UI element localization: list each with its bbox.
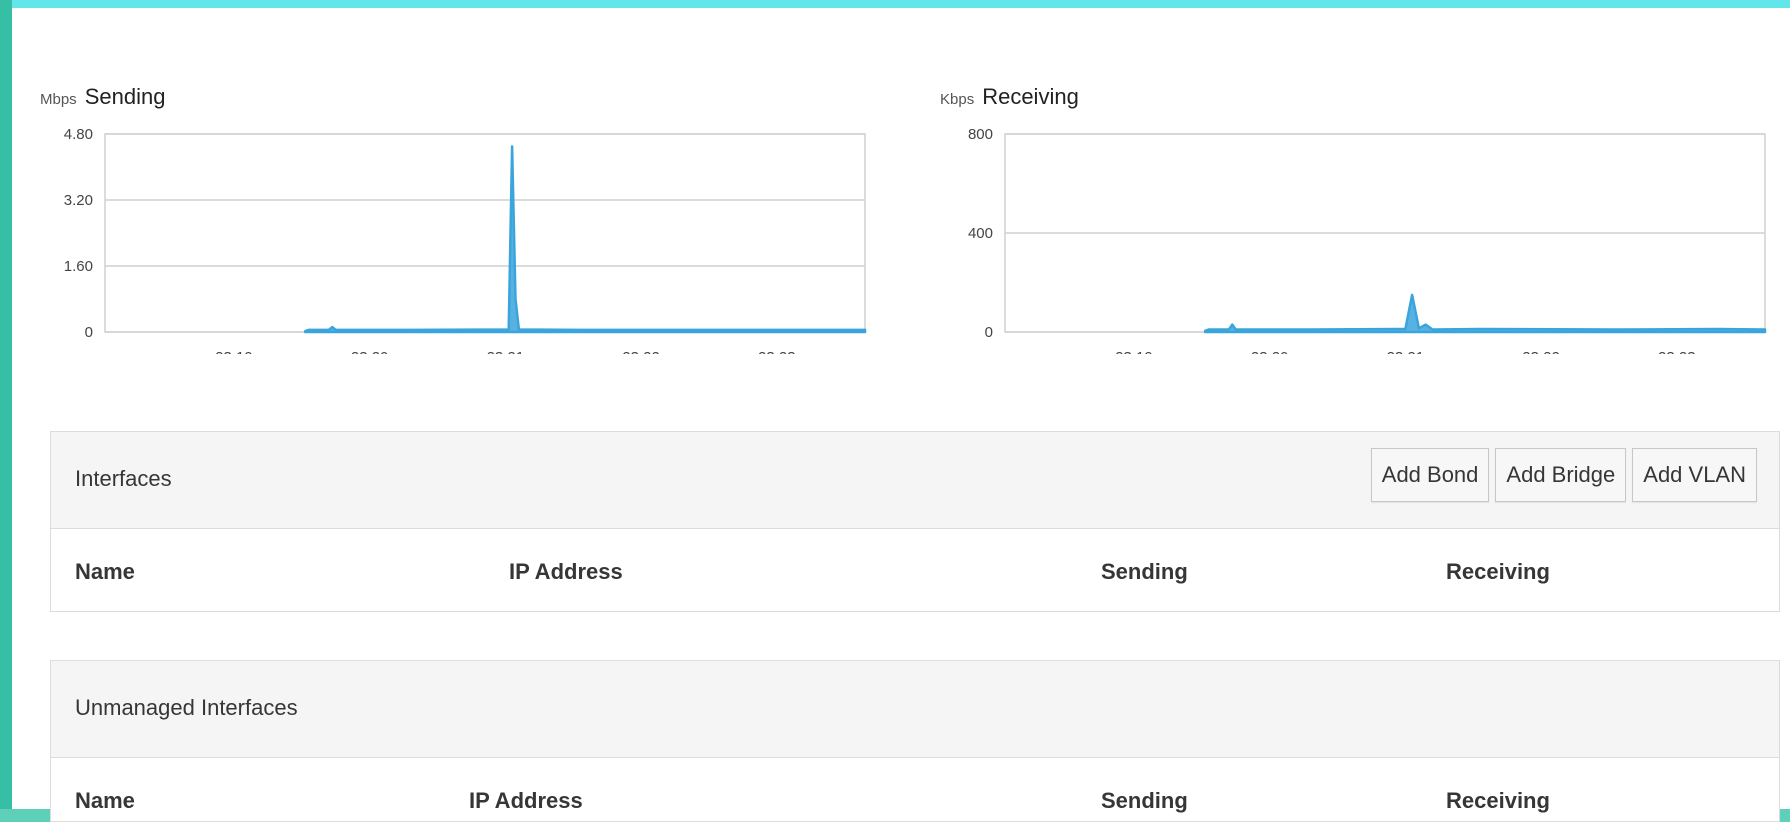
- unmanaged-title: Unmanaged Interfaces: [75, 695, 298, 720]
- unmanaged-column-name[interactable]: Name: [75, 788, 135, 814]
- receiving-x-tick-label: 23:20: [1251, 349, 1289, 354]
- interfaces-panel-header: Interfaces Add Bond Add Bridge Add VLAN: [51, 432, 1779, 529]
- add-bond-button[interactable]: Add Bond: [1370, 448, 1490, 502]
- sending-x-tick-label: 23:20: [351, 349, 389, 354]
- window-left-edge: [0, 0, 12, 809]
- add-vlan-button[interactable]: Add VLAN: [1632, 448, 1757, 502]
- interfaces-panel: Interfaces Add Bond Add Bridge Add VLAN …: [50, 431, 1780, 612]
- sending-y-tick-label: 1.60: [64, 258, 93, 275]
- unmanaged-interfaces-panel: Unmanaged Interfaces Name IP Address Sen…: [50, 660, 1780, 822]
- window-top-edge: [0, 0, 1790, 8]
- networking-page: Mbps Sending 4.80 3.20 1.60 0 23:19 23:20 23:21…: [12, 8, 1790, 822]
- unmanaged-column-ip-address[interactable]: IP Address: [469, 788, 583, 814]
- sending-unit: Mbps: [40, 91, 77, 108]
- column-receiving[interactable]: Receiving: [1446, 559, 1550, 585]
- unmanaged-column-headers: Name IP Address Sending Receiving: [51, 758, 1779, 821]
- column-sending[interactable]: Sending: [1101, 559, 1188, 585]
- sending-plot: 4.80 3.20 1.60 0 23:19 23:20 23:21 23:22 23:23: [40, 124, 890, 354]
- sending-x-tick-label: 23:22: [622, 349, 660, 354]
- receiving-x-tick-label: 23:21: [1387, 349, 1425, 354]
- receiving-x-tick-label: 23:19: [1115, 349, 1153, 354]
- unmanaged-column-receiving[interactable]: Receiving: [1446, 788, 1550, 814]
- sending-x-tick-label: 23:23: [758, 349, 796, 354]
- sending-x-tick-label: 23:19: [215, 349, 253, 354]
- receiving-y-tick-label: 0: [985, 324, 993, 341]
- interfaces-column-headers: Name IP Address Sending Receiving: [51, 529, 1779, 611]
- receiving-y-tick-label: 400: [968, 225, 993, 242]
- sending-title: Sending: [84, 84, 166, 109]
- interfaces-title: Interfaces: [75, 466, 172, 491]
- column-name[interactable]: Name: [75, 559, 135, 585]
- sending-series-area: [303, 145, 867, 334]
- receiving-plot-svg: 800 400 0 23:19 23:20 23:21 23:22 23:23: [968, 126, 1767, 354]
- receiving-title: Receiving: [982, 84, 1079, 109]
- add-bridge-button[interactable]: Add Bridge: [1495, 448, 1627, 502]
- receiving-x-tick-label: 23:22: [1522, 349, 1560, 354]
- receiving-x-tick-label: 23:23: [1658, 349, 1696, 354]
- column-ip-address[interactable]: IP Address: [509, 559, 623, 585]
- receiving-plot: 800 400 0 23:19 23:20 23:21 23:22 23:23: [940, 124, 1790, 354]
- receiving-unit: Kbps: [940, 91, 975, 108]
- sending-x-tick-label: 23:21: [487, 349, 525, 354]
- sending-y-tick-label: 4.80: [64, 126, 93, 143]
- interfaces-actions: Add Bond Add Bridge Add VLAN: [1370, 448, 1757, 502]
- unmanaged-panel-header: Unmanaged Interfaces: [51, 661, 1779, 758]
- sending-y-tick-label: 3.20: [64, 192, 93, 209]
- receiving-y-tick-label: 800: [968, 126, 993, 143]
- receiving-series-area: [1203, 293, 1767, 334]
- sending-plot-svg: 4.80 3.20 1.60 0 23:19 23:20 23:21 23:22 23:23: [64, 126, 867, 354]
- sending-plot-frame: [104, 133, 866, 333]
- unmanaged-column-sending[interactable]: Sending: [1101, 788, 1188, 814]
- sending-y-tick-label: 0: [85, 324, 93, 341]
